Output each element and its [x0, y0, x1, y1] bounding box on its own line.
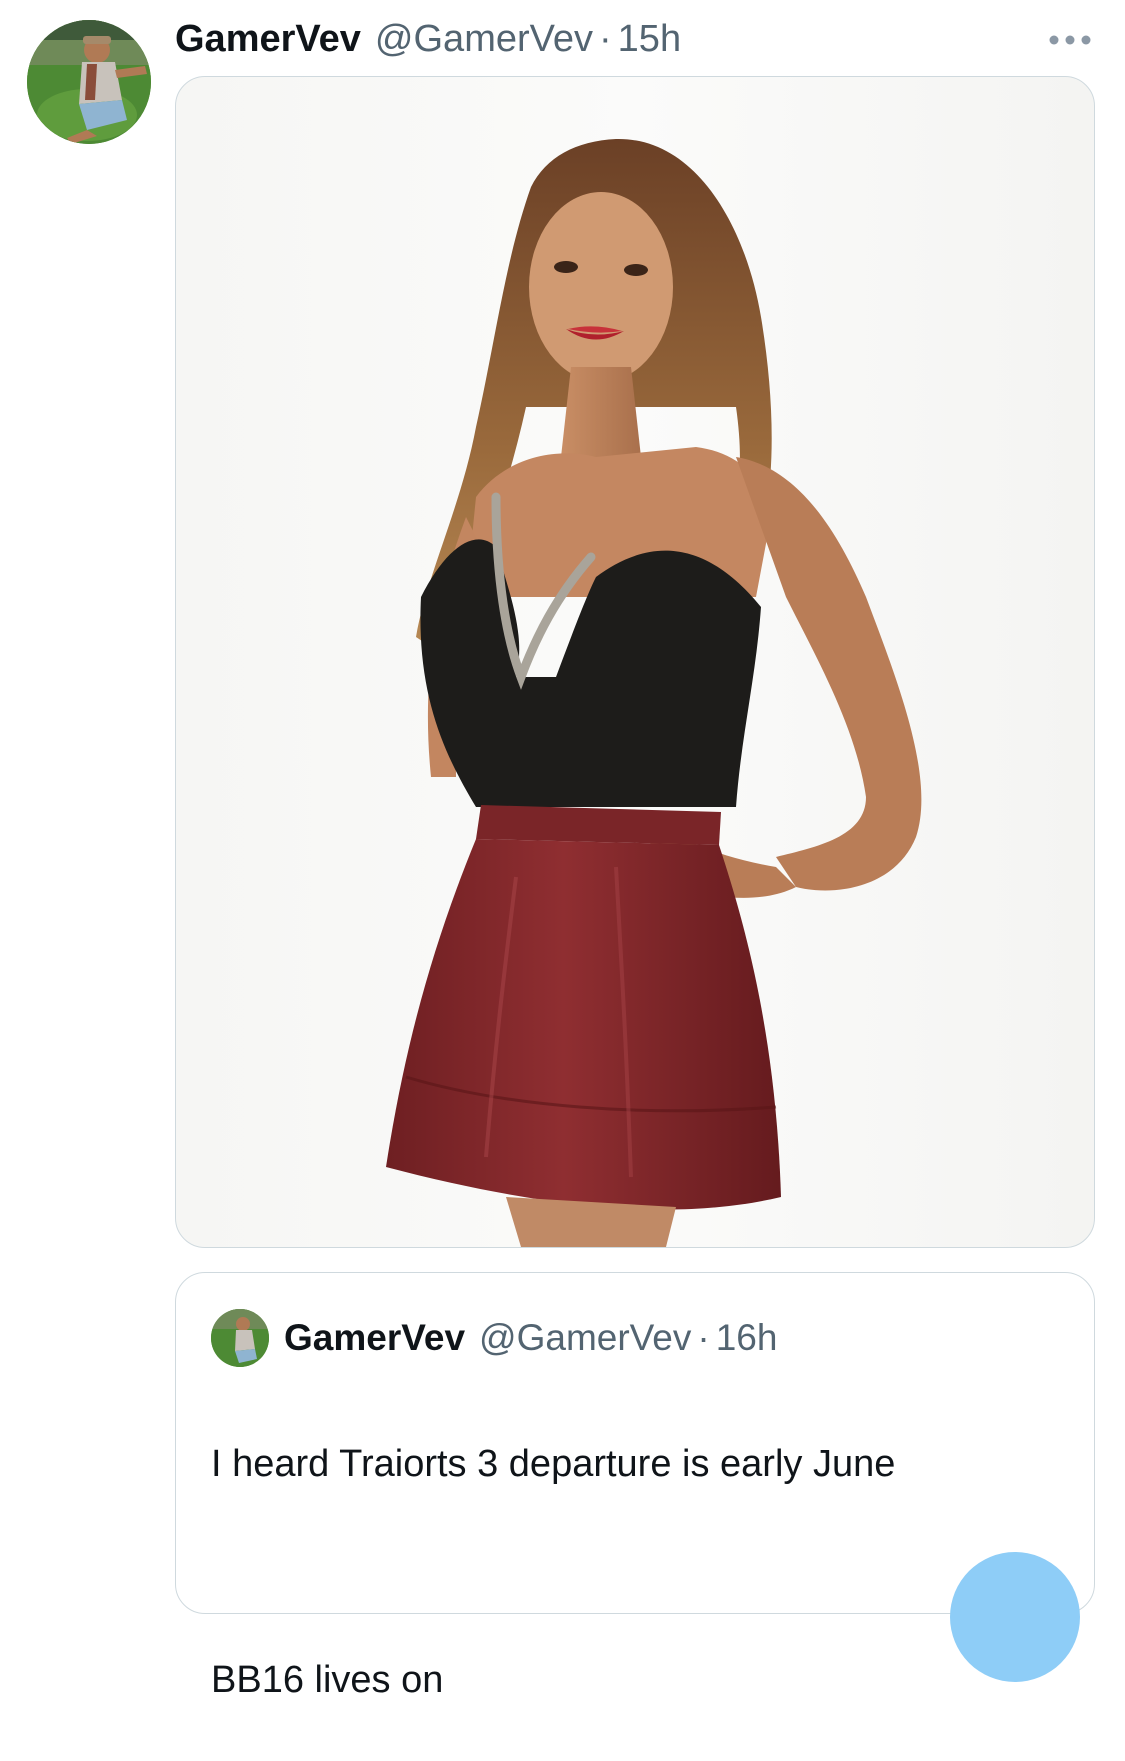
quoted-text-line: I heard Traiorts 3 departure is early Ju…	[211, 1443, 896, 1485]
more-horizontal-icon	[1049, 35, 1091, 45]
quoted-tweet-timestamp: 16h	[715, 1317, 778, 1358]
quoted-text-blank-line	[211, 1545, 895, 1599]
tweet[interactable]: GamerVev @GamerVev · 15h GamerVev @Gamer…	[0, 0, 1125, 1701]
avatar-photo-icon	[211, 1309, 269, 1367]
tweet-header: GamerVev @GamerVev · 15h	[175, 14, 681, 64]
photo-woman-portrait	[386, 138, 922, 1247]
quoted-tweet-header: GamerVev @GamerVev · 16h	[284, 1313, 777, 1363]
author-avatar[interactable]	[27, 20, 151, 144]
quoted-author-handle: @GamerVev	[479, 1317, 692, 1358]
quoted-tweet[interactable]: GamerVev @GamerVev · 16h I heard Traiort…	[175, 1272, 1095, 1701]
quoted-author-avatar	[211, 1309, 269, 1367]
tweet-timestamp[interactable]: 15h	[618, 18, 681, 61]
more-options-button[interactable]	[1040, 28, 1100, 52]
tweet-media-image[interactable]	[175, 76, 1095, 1248]
author-display-name[interactable]: GamerVev	[175, 18, 361, 61]
quoted-text-line: BB16 lives on	[211, 1659, 444, 1701]
quoted-author-display-name: GamerVev	[284, 1317, 466, 1358]
quoted-tweet-text: I heard Traiorts 3 departure is early Ju…	[211, 1383, 895, 1761]
author-handle[interactable]: @GamerVev	[375, 18, 593, 61]
quoted-header-separator: ·	[697, 1317, 710, 1358]
avatar-photo-icon	[27, 20, 151, 144]
header-separator: ·	[599, 17, 612, 60]
